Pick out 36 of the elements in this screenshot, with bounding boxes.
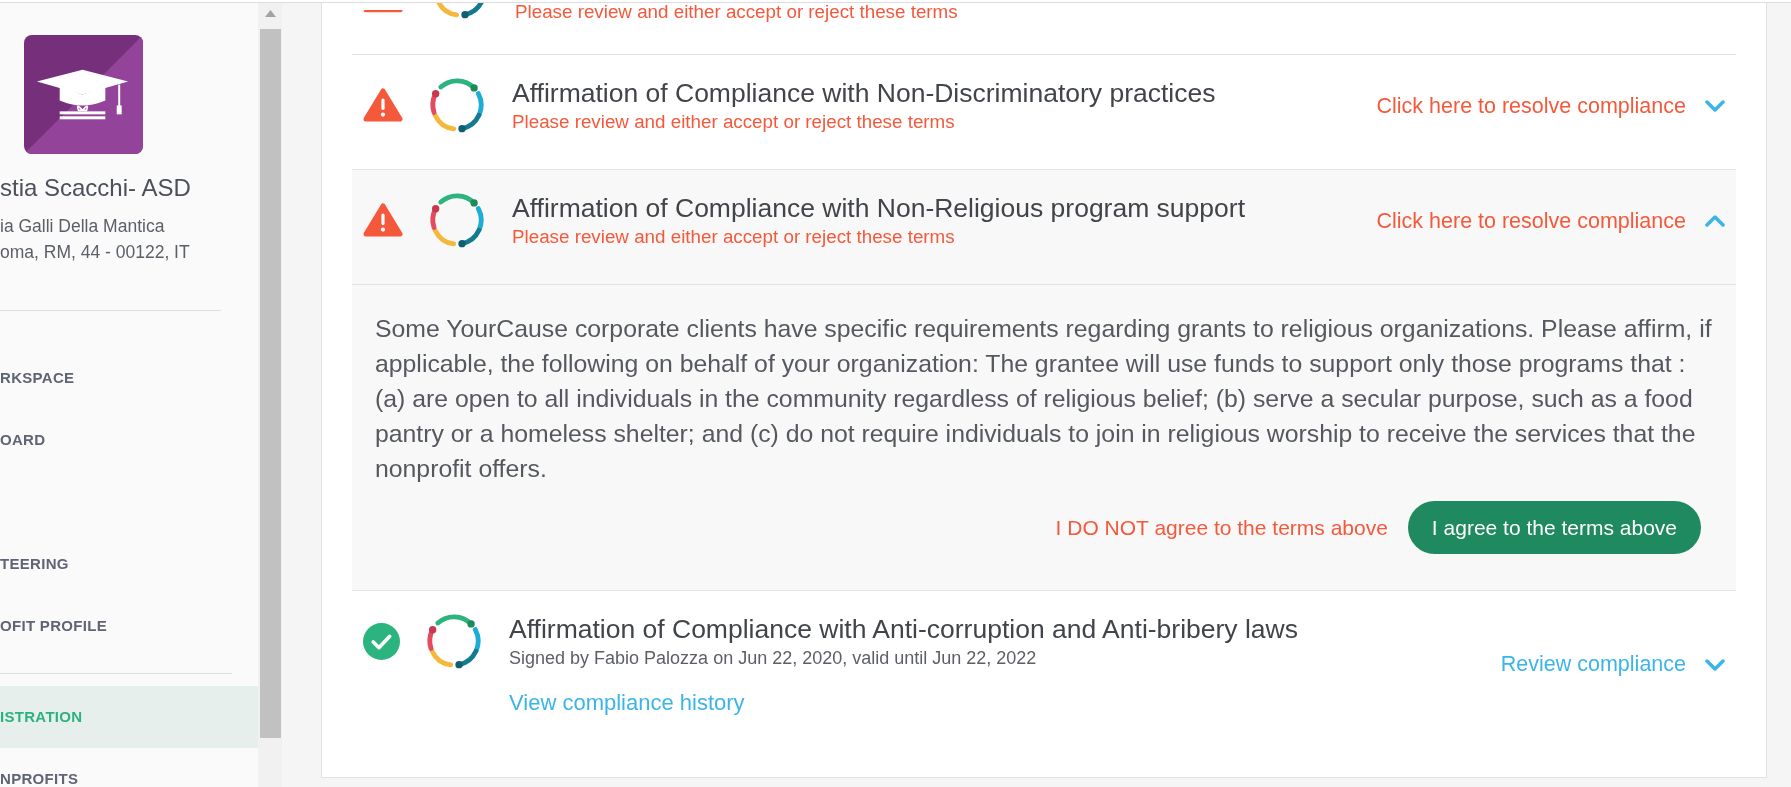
status-message: Please review and either accept or reject these terms: [515, 4, 959, 20]
graduation-cap-icon: [24, 35, 143, 154]
nav-link[interactable]: OARD: [0, 409, 258, 471]
chevron-down-icon[interactable]: [1705, 658, 1725, 671]
status-message: Please review and either accept or reject these terms: [512, 225, 956, 249]
resolve-compliance-link[interactable]: Click here to resolve compliance: [1376, 89, 1686, 123]
warning-icon: [363, 87, 403, 123]
check-circle-icon: [363, 622, 400, 660]
resolve-compliance-link[interactable]: Click here to resolve compliance: [1376, 204, 1686, 238]
warning-icon: [363, 9, 403, 14]
item-title: Affirmation of Compliance with Non-Discriminatory practices: [512, 78, 1217, 108]
terms-text: Some YourCause corporate clients have specific requirements regarding grants to religious organizations. Please affirm, if applicable, the following on behalf of your organization: The grantee will use funds to support only those programs that : (a) are open to all individuals in the community regardless of religious belief; (b) serve a secular purpose, such as a food pantry or a homeless shelter; and (c) do not require individuals to join in religious worship to receive the services that the nonprofit offers.: [375, 314, 1713, 484]
segmented-ring-icon: [428, 191, 486, 249]
chevron-down-icon[interactable]: [1705, 100, 1725, 112]
nav-link[interactable]: ISTRATION: [0, 686, 258, 748]
address-line: oma, RM, 44 - 00122, IT: [0, 241, 191, 264]
scrollbar-thumb[interactable]: [259, 29, 281, 738]
signature-details: Signed by Fabio Palozza on Jun 22, 2020, valid until Jun 22, 2022: [509, 647, 1038, 670]
review-compliance-link[interactable]: Review compliance: [1500, 648, 1686, 681]
warning-icon: [363, 202, 403, 238]
agree-button[interactable]: I agree to the terms above: [1407, 501, 1701, 554]
address-line: ia Galli Della Mantica: [0, 215, 166, 238]
segmented-ring-icon: [425, 612, 483, 670]
chevron-up-icon[interactable]: [1705, 215, 1725, 227]
nav-link[interactable]: NPROFITS: [0, 748, 258, 787]
compliance-history-link[interactable]: View compliance history: [509, 689, 745, 717]
decline-button[interactable]: I DO NOT agree to the terms above: [1055, 511, 1388, 544]
nav-link[interactable]: TEERING: [0, 533, 258, 595]
status-message: Please review and either accept or reject these terms: [512, 110, 956, 134]
scroll-up-arrow-icon[interactable]: [264, 10, 276, 17]
organization-name: stia Scacchi- ASD: [0, 173, 192, 203]
item-title: Affirmation of Compliance with Anti-corruption and Anti-bribery laws: [509, 614, 1299, 644]
item-title: Affirmation of Compliance with Non-Religious program support: [512, 193, 1246, 223]
segmented-ring-icon: [428, 76, 486, 134]
nav-link[interactable]: OFIT PROFILE: [0, 595, 258, 657]
nav-link[interactable]: RKSPACE: [0, 347, 258, 409]
